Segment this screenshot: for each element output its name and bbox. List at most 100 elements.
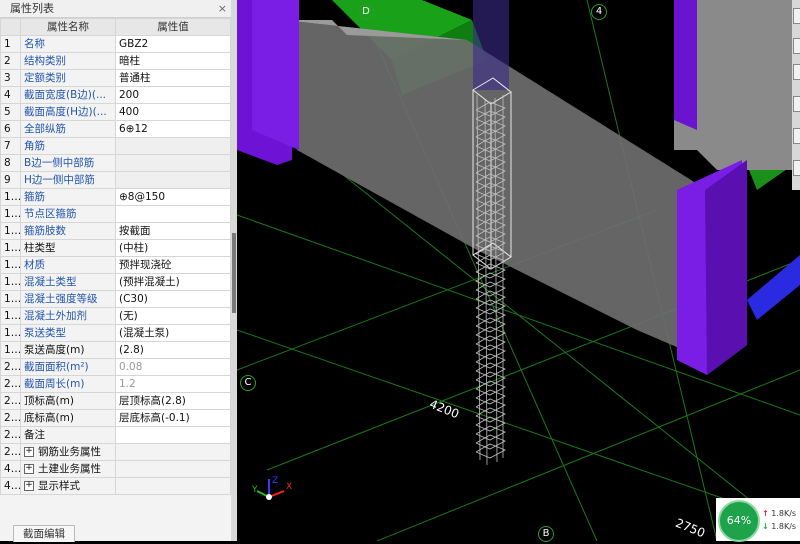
property-name: 混凝土外加剂: [20, 307, 116, 325]
upload-speed-value: 1.8K/s: [771, 509, 797, 518]
row-number: 21: [0, 375, 21, 393]
property-value[interactable]: 0.08: [115, 358, 231, 376]
property-value[interactable]: 暗柱: [115, 52, 231, 70]
property-value[interactable]: [115, 205, 231, 223]
row-number: 6: [0, 120, 21, 138]
property-name: 角筋: [20, 137, 116, 155]
stirrup: [475, 398, 506, 414]
group-label: 钢筋业务属性: [38, 446, 101, 458]
property-name: 箍筋肢数: [20, 222, 116, 240]
property-name: 节点区箍筋: [20, 205, 116, 223]
table-row[interactable]: 7 角筋: [0, 137, 231, 155]
row-number: 15: [0, 273, 21, 291]
table-row[interactable]: 2 结构类别 暗柱: [0, 52, 231, 70]
table-row[interactable]: 19 泵送高度(m) (2.8): [0, 341, 231, 359]
row-number: 10: [0, 188, 21, 206]
table-row[interactable]: 1 名称 GBZ2: [0, 35, 231, 53]
tool-icon-1[interactable]: [793, 8, 800, 24]
table-row[interactable]: 8 B边一侧中部筋: [0, 154, 231, 172]
group-row[interactable]: 25 + 钢筋业务属性: [0, 443, 231, 461]
panel-title-text: 属性列表: [10, 2, 54, 15]
table-row[interactable]: 17 混凝土外加剂 (无): [0, 307, 231, 325]
property-value[interactable]: 400: [115, 103, 231, 121]
property-value[interactable]: [115, 137, 231, 155]
property-value[interactable]: ⊕8@150: [115, 188, 231, 206]
blue-beam: [747, 255, 800, 320]
property-value[interactable]: (C30): [115, 290, 231, 308]
table-row[interactable]: 6 全部纵筋 6⊕12: [0, 120, 231, 138]
tool-icon-6[interactable]: [793, 160, 800, 176]
property-value[interactable]: (中柱): [115, 239, 231, 257]
tab-section-edit[interactable]: 截面编辑: [13, 525, 75, 542]
property-value[interactable]: (2.8): [115, 341, 231, 359]
tool-icon-3[interactable]: [793, 64, 800, 80]
triad-y-label: Y: [251, 485, 258, 495]
group-label-cell[interactable]: + 显示样式: [20, 477, 116, 495]
property-value[interactable]: GBZ2: [115, 35, 231, 53]
property-name: 备注: [20, 426, 116, 444]
scene-drawing: [236, 0, 800, 542]
table-row[interactable]: 12 箍筋肢数 按截面: [0, 222, 231, 240]
table-row[interactable]: 3 定额类别 普通柱: [0, 69, 231, 87]
row-number: 13: [0, 239, 21, 257]
row-number: 12: [0, 222, 21, 240]
table-row[interactable]: 16 混凝土强度等级 (C30): [0, 290, 231, 308]
expand-icon[interactable]: +: [24, 447, 34, 457]
property-value[interactable]: 预拌现浇砼: [115, 256, 231, 274]
table-row[interactable]: 5 截面高度(H边)(... 400: [0, 103, 231, 121]
tool-icon-4[interactable]: [793, 96, 800, 112]
table-row[interactable]: 4 截面宽度(B边)(... 200: [0, 86, 231, 104]
group-label: 显示样式: [38, 480, 80, 492]
expand-icon[interactable]: +: [24, 481, 34, 491]
table-row[interactable]: 22 顶标高(m) 层顶标高(2.8): [0, 392, 231, 410]
stirrup: [475, 416, 506, 432]
row-number: 2: [0, 52, 21, 70]
splitter-grip[interactable]: [232, 233, 236, 313]
property-name: 箍筋: [20, 188, 116, 206]
table-row[interactable]: 18 泵送类型 (混凝土泵): [0, 324, 231, 342]
table-row[interactable]: 13 柱类型 (中柱): [0, 239, 231, 257]
property-value[interactable]: 层底标高(-0.1): [115, 409, 231, 427]
property-value[interactable]: [115, 426, 231, 444]
table-row[interactable]: 10 箍筋 ⊕8@150: [0, 188, 231, 206]
row-number: 5: [0, 103, 21, 121]
3d-viewport[interactable]: D 4 C B 4200 2750 Y X Z: [236, 0, 800, 542]
table-row[interactable]: 23 底标高(m) 层底标高(-0.1): [0, 409, 231, 427]
property-name: 截面面积(m²): [20, 358, 116, 376]
network-usage-gauge[interactable]: 64%: [718, 500, 760, 542]
property-value[interactable]: (无): [115, 307, 231, 325]
table-row[interactable]: 20 截面面积(m²) 0.08: [0, 358, 231, 376]
property-value[interactable]: [115, 171, 231, 189]
stirrup: [475, 380, 506, 396]
group-label-cell[interactable]: + 土建业务属性: [20, 460, 116, 478]
table-row[interactable]: 11 节点区箍筋: [0, 205, 231, 223]
property-name: 底标高(m): [20, 409, 116, 427]
close-icon[interactable]: ×: [218, 0, 227, 17]
download-speed-value: 1.8K/s: [771, 522, 797, 531]
stirrup: [475, 335, 506, 351]
table-row[interactable]: 9 H边一侧中部筋: [0, 171, 231, 189]
tool-icon-2[interactable]: [793, 38, 800, 54]
property-value[interactable]: 普通柱: [115, 69, 231, 87]
property-value[interactable]: 层顶标高(2.8): [115, 392, 231, 410]
property-name: 定额类别: [20, 69, 116, 87]
group-row[interactable]: 49 + 显示样式: [0, 477, 231, 495]
group-row[interactable]: 43 + 土建业务属性: [0, 460, 231, 478]
tool-icon-5[interactable]: [793, 128, 800, 144]
table-row[interactable]: 15 混凝土类型 (预拌混凝土): [0, 273, 231, 291]
property-name: 柱类型: [20, 239, 116, 257]
property-value[interactable]: (混凝土泵): [115, 324, 231, 342]
property-value[interactable]: (预拌混凝土): [115, 273, 231, 291]
property-value[interactable]: 1.2: [115, 375, 231, 393]
table-row[interactable]: 21 截面周长(m) 1.2: [0, 375, 231, 393]
property-value[interactable]: 6⊕12: [115, 120, 231, 138]
property-value[interactable]: 按截面: [115, 222, 231, 240]
property-value[interactable]: 200: [115, 86, 231, 104]
table-row[interactable]: 24 备注: [0, 426, 231, 444]
expand-icon[interactable]: +: [24, 464, 34, 474]
table-row[interactable]: 14 材质 预拌现浇砼: [0, 256, 231, 274]
group-label-cell[interactable]: + 钢筋业务属性: [20, 443, 116, 461]
property-value[interactable]: [115, 154, 231, 172]
axis-label-4: 4: [591, 4, 607, 20]
selected-column-top: [473, 0, 509, 90]
